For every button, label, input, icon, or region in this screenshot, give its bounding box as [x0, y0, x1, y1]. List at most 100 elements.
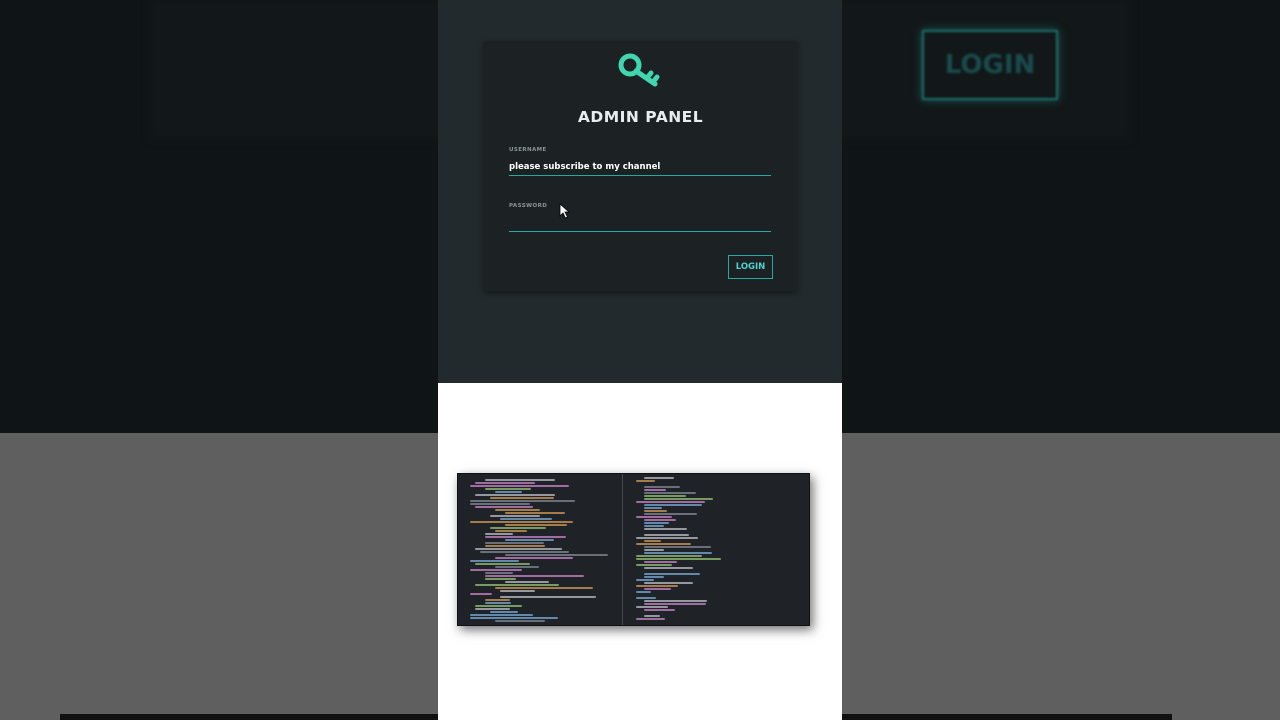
- code-line: [485, 602, 511, 604]
- code-line: [644, 567, 693, 569]
- code-line: [636, 537, 698, 539]
- code-line: [485, 575, 584, 577]
- code-line: [636, 591, 651, 593]
- code-line: [644, 510, 668, 512]
- code-line: [505, 524, 568, 526]
- code-line: [485, 542, 545, 544]
- code-line: [495, 509, 541, 511]
- code-line: [505, 554, 609, 556]
- code-line: [644, 513, 697, 515]
- code-line: [495, 566, 539, 568]
- code-line: [470, 521, 574, 523]
- code-line: [644, 573, 701, 575]
- code-line: [644, 495, 687, 497]
- code-line: [495, 557, 573, 559]
- code-line: [644, 477, 674, 479]
- code-line: [644, 528, 688, 530]
- code-line: [470, 485, 570, 487]
- code-line: [470, 560, 520, 562]
- code-line: [470, 569, 523, 571]
- code-line: [644, 522, 669, 524]
- code-line: [495, 587, 594, 589]
- code-line: [636, 558, 722, 560]
- key-icon: [618, 53, 660, 87]
- code-line: [644, 552, 713, 554]
- code-line: [636, 618, 666, 620]
- code-line: [505, 512, 566, 514]
- password-label: PASSWORD: [509, 203, 548, 209]
- code-line: [490, 611, 518, 613]
- code-line: [485, 572, 514, 574]
- code-line: [485, 536, 567, 538]
- code-line: [636, 516, 673, 518]
- code-line: [485, 545, 545, 547]
- code-line: [644, 504, 703, 506]
- code-line: [644, 489, 666, 491]
- code-line: [470, 593, 492, 595]
- code-line: [636, 585, 678, 587]
- code-line: [475, 494, 556, 496]
- code-line: [475, 548, 562, 550]
- code-line: [644, 498, 714, 500]
- code-line: [644, 609, 676, 611]
- video-stage: ADMIN PANEL USERNAME PASSWORD LOGIN: [438, 0, 842, 720]
- code-line: [644, 534, 690, 536]
- code-line: [636, 564, 673, 566]
- code-line: [500, 590, 536, 592]
- blurred-login-button: LOGIN: [922, 30, 1058, 100]
- code-editor-screenshot: [457, 473, 810, 626]
- code-line: [636, 543, 692, 545]
- code-line: [475, 563, 531, 565]
- code-line: [644, 492, 697, 494]
- code-line: [644, 486, 680, 488]
- code-line: [500, 596, 596, 598]
- code-line: [490, 497, 554, 499]
- login-card: ADMIN PANEL USERNAME PASSWORD LOGIN: [484, 41, 797, 291]
- login-button[interactable]: LOGIN: [728, 255, 773, 279]
- code-line: [644, 507, 662, 509]
- username-label: USERNAME: [509, 147, 547, 153]
- code-line: [485, 533, 514, 535]
- code-line: [495, 530, 528, 532]
- code-line: [470, 614, 534, 616]
- code-line: [636, 597, 656, 599]
- code-line: [485, 479, 556, 481]
- code-line: [470, 503, 530, 505]
- code-line: [475, 584, 559, 586]
- code-line: [644, 546, 712, 548]
- code-line: [505, 581, 549, 583]
- code-line: [636, 606, 669, 608]
- code-line: [500, 518, 552, 520]
- code-line: [644, 549, 664, 551]
- code-line: [480, 551, 569, 553]
- code-line: [495, 491, 522, 493]
- page-title: ADMIN PANEL: [577, 108, 704, 126]
- code-line: [644, 576, 664, 578]
- code-line: [636, 555, 702, 557]
- code-line: [644, 519, 676, 521]
- code-line: [644, 615, 660, 617]
- code-line: [490, 515, 540, 517]
- code-line: [475, 608, 510, 610]
- code-line: [636, 480, 655, 482]
- code-line: [644, 540, 661, 542]
- code-line: [475, 506, 533, 508]
- code-line: [505, 539, 555, 541]
- editor-pane-divider: [622, 474, 623, 625]
- code-line: [485, 599, 510, 601]
- username-input[interactable]: [509, 159, 771, 176]
- code-line: [644, 525, 664, 527]
- login-page: ADMIN PANEL USERNAME PASSWORD LOGIN: [438, 0, 842, 383]
- code-line: [475, 605, 522, 607]
- mouse-cursor-icon: [559, 203, 571, 219]
- code-section: [438, 383, 842, 720]
- code-line: [644, 561, 678, 563]
- code-line: [636, 579, 654, 581]
- code-line: [470, 617, 559, 619]
- password-input[interactable]: [509, 215, 771, 232]
- code-line: [490, 527, 547, 529]
- code-line: [470, 500, 575, 502]
- code-line: [644, 582, 693, 584]
- code-line: [644, 603, 706, 605]
- code-line: [636, 501, 705, 503]
